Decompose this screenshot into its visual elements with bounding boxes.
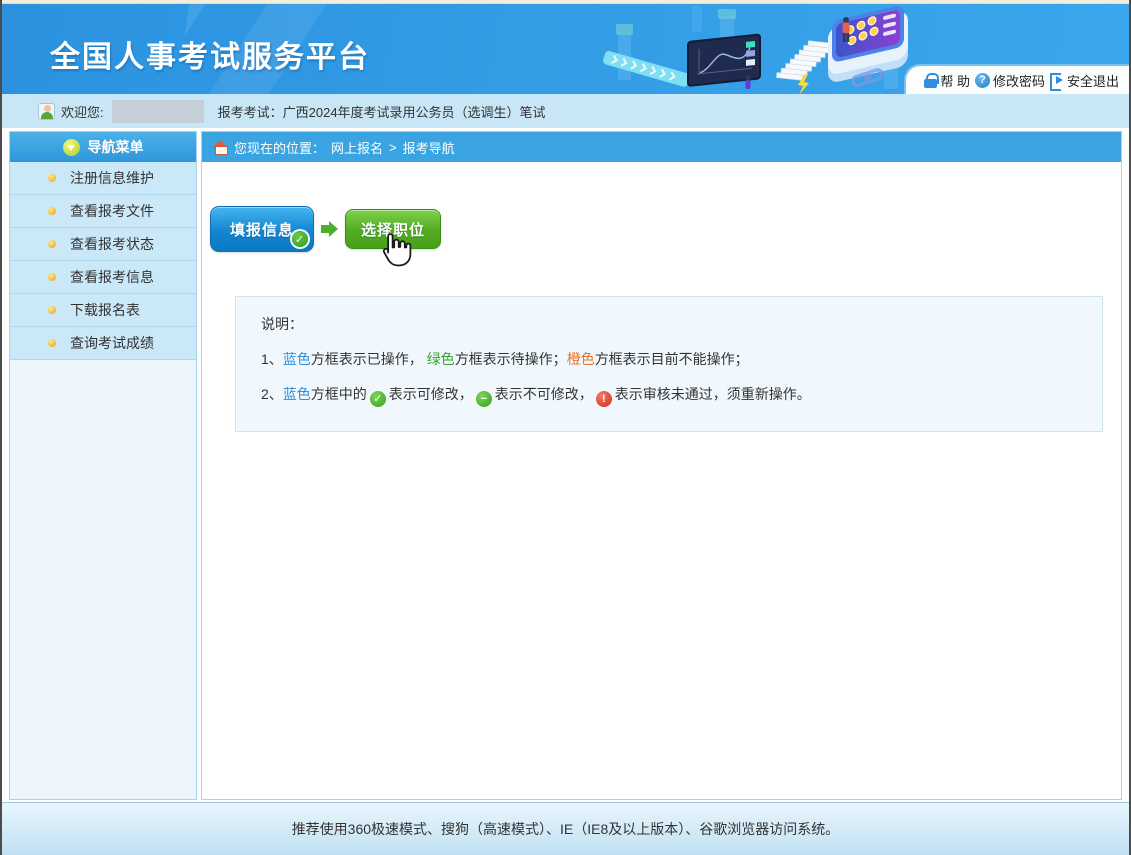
home-icon — [212, 140, 228, 155]
exclamation-circle-icon: ! — [596, 391, 612, 407]
browser-recommendation-text: 推荐使用360极速模式、搜狗（高速模式）、IE（IE8及以上版本）、谷歌浏览器访… — [292, 819, 840, 839]
sidebar-item-label: 查看报考状态 — [70, 234, 154, 254]
sidebar-item-view-exam-files[interactable]: 查看报考文件 — [10, 195, 196, 228]
sidebar-item-label: 查询考试成绩 — [70, 333, 154, 353]
green-word: 绿色 — [427, 351, 455, 367]
instructions-heading: 说明： — [261, 314, 1102, 334]
orange-word: 橙色 — [567, 351, 595, 367]
sidebar-filler — [10, 360, 196, 799]
fill-info-label: 填报信息 — [230, 219, 294, 240]
sidebar-item-register-info[interactable]: 注册信息维护 — [10, 162, 196, 195]
logout-icon — [1050, 73, 1064, 87]
site-title: 全国人事考试服务平台 — [50, 32, 370, 76]
step-flow: 填报信息 ✓ 选择职位 — [202, 162, 1121, 252]
sidebar-item-view-application-info[interactable]: 查看报考信息 — [10, 261, 196, 294]
arrow-right-icon — [321, 221, 338, 237]
sidebar-item-label: 下载报名表 — [70, 300, 140, 320]
instructions-box: 说明： 1、蓝色方框表示已操作， 绿色方框表示待操作；橙色方框表示目前不能操作；… — [235, 296, 1103, 432]
sidebar-menu: 注册信息维护 查看报考文件 查看报考状态 查看报考信息 下载报名表 — [10, 162, 196, 360]
help-link-label: 帮 助 — [940, 71, 970, 90]
welcome-greeting: 欢迎您: — [61, 102, 104, 121]
instructions-line-1: 1、蓝色方框表示已操作， 绿色方框表示待操作；橙色方框表示目前不能操作； — [261, 349, 1102, 369]
sidebar-item-download-form[interactable]: 下载报名表 — [10, 294, 196, 327]
exam-name: 报考考试：广西2024年度考试录用公务员（选调生）笔试 — [218, 102, 546, 121]
sidebar-item-label: 查看报考信息 — [70, 267, 154, 287]
bullet-dot-icon — [48, 207, 56, 215]
breadcrumb-link-online-registration[interactable]: 网上报名 — [331, 138, 383, 157]
sidebar-item-label: 注册信息维护 — [70, 168, 154, 188]
header-illustration-icon — [600, 4, 910, 94]
content: 导航菜单 注册信息维护 查看报考文件 查看报考状态 查看报考信息 — [2, 131, 1129, 800]
bullet-dot-icon — [48, 306, 56, 314]
instructions-line-2: 2、蓝色方框中的✓表示可修改，−表示不可修改，!表示审核未通过，须重新操作。 — [261, 384, 1102, 407]
minus-circle-icon: − — [476, 391, 492, 407]
sidebar-header: 导航菜单 — [10, 132, 196, 162]
select-position-label: 选择职位 — [361, 219, 425, 240]
nav-menu-icon — [63, 139, 80, 156]
bullet-dot-icon — [48, 174, 56, 182]
check-circle-icon: ✓ — [370, 391, 386, 407]
sidebar-item-query-scores[interactable]: 查询考试成绩 — [10, 327, 196, 360]
breadcrumb: 您现在的位置： 网上报名 > 报考导航 — [202, 132, 1121, 162]
sidebar-title: 导航菜单 — [88, 137, 144, 157]
change-password-link[interactable]: ? 修改密码 — [975, 71, 1045, 90]
bullet-dot-icon — [48, 273, 56, 281]
main-panel: 您现在的位置： 网上报名 > 报考导航 填报信息 ✓ 选择职位 — [201, 131, 1122, 800]
main-body: 填报信息 ✓ 选择职位 说明： — [202, 162, 1121, 799]
user-avatar-icon — [38, 103, 55, 120]
header-links: 帮 助 ? 修改密码 安全退出 — [904, 64, 1129, 94]
bullet-dot-icon — [48, 339, 56, 347]
change-password-label: 修改密码 — [993, 71, 1045, 90]
bullet-dot-icon — [48, 240, 56, 248]
sidebar-item-view-application-status[interactable]: 查看报考状态 — [10, 228, 196, 261]
select-position-step-button[interactable]: 选择职位 — [345, 209, 441, 249]
logout-link[interactable]: 安全退出 — [1050, 71, 1119, 90]
breadcrumb-separator: > — [389, 140, 397, 155]
sidebar: 导航菜单 注册信息维护 查看报考文件 查看报考状态 查看报考信息 — [9, 131, 197, 800]
fill-info-step-button[interactable]: 填报信息 ✓ — [210, 206, 314, 252]
breadcrumb-current: 报考导航 — [403, 138, 455, 157]
sidebar-item-label: 查看报考文件 — [70, 201, 154, 221]
logout-label: 安全退出 — [1067, 71, 1119, 90]
breadcrumb-prefix: 您现在的位置： — [234, 138, 325, 157]
question-circle-icon: ? — [975, 73, 990, 88]
footer: 推荐使用360极速模式、搜狗（高速模式）、IE（IE8及以上版本）、谷歌浏览器访… — [2, 802, 1129, 855]
lock-icon — [924, 73, 937, 88]
blue-word: 蓝色 — [283, 351, 311, 367]
check-badge-icon: ✓ — [292, 231, 308, 247]
page: 全国人事考试服务平台 — [0, 0, 1131, 855]
welcome-bar: 欢迎您: 报考考试：广西2024年度考试录用公务员（选调生）笔试 — [2, 94, 1129, 128]
header: 全国人事考试服务平台 — [2, 4, 1129, 94]
help-link[interactable]: 帮 助 — [924, 71, 970, 90]
username-redacted-box — [112, 100, 204, 123]
blue-word: 蓝色 — [283, 386, 311, 402]
